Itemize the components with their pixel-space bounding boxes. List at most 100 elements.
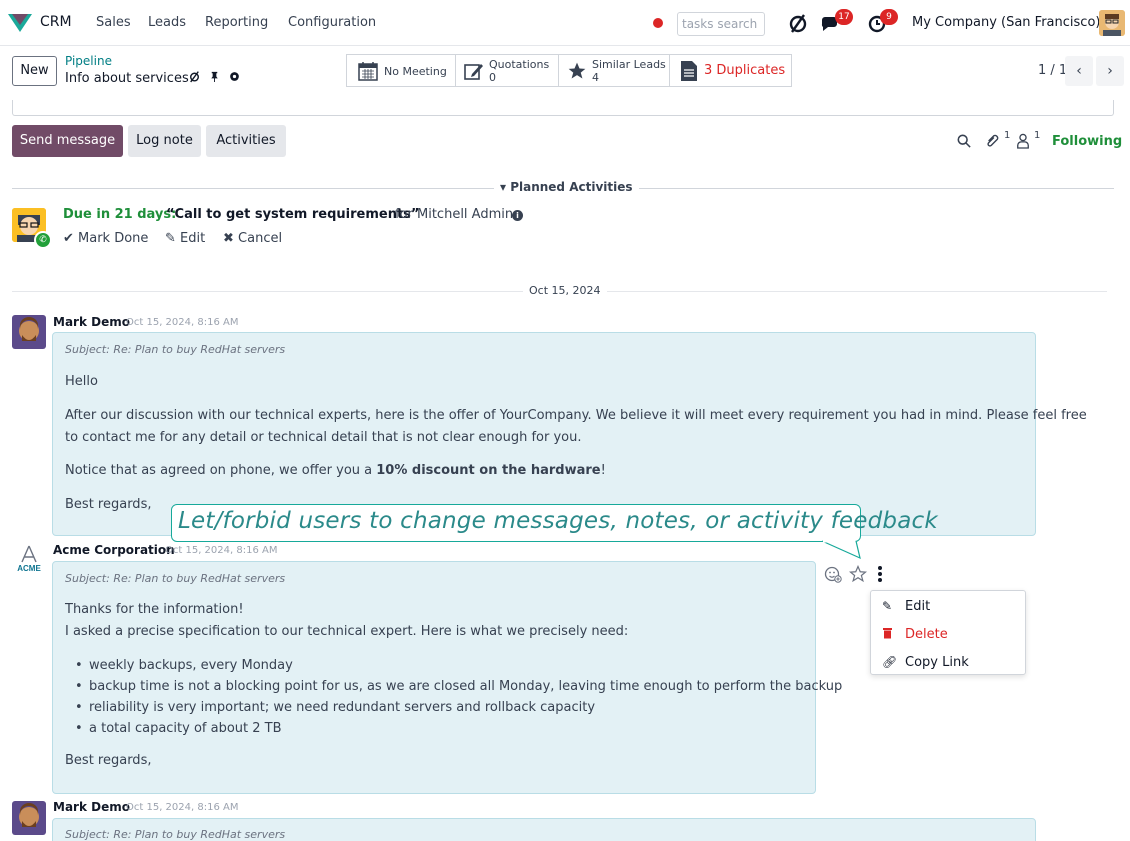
control-panel: New Pipeline Info about services No Meet… — [0, 46, 1130, 100]
edit-document-icon — [464, 64, 483, 80]
gear-icon[interactable] — [228, 70, 241, 83]
link-icon: 🔗︎ — [882, 655, 898, 669]
list-item: weekly backups, every Monday — [75, 658, 293, 673]
message-subject: Subject: Re: Plan to buy RedHat servers — [65, 828, 286, 841]
mark-done-button[interactable]: ✔ Mark Done — [63, 231, 148, 246]
callout-pointer — [821, 540, 861, 560]
log-note-button[interactable]: Log note — [128, 125, 201, 157]
edit-activity-button[interactable]: ✎ Edit — [165, 231, 205, 246]
activity-timer-icon[interactable] — [786, 11, 810, 35]
discount-end: ! — [600, 463, 606, 478]
activity-assignee: for Mitchell Admin — [395, 207, 514, 222]
send-message-button[interactable]: Send message — [12, 125, 123, 157]
info-icon[interactable]: i — [512, 210, 523, 221]
author-avatar[interactable] — [12, 801, 46, 835]
quotations-button[interactable]: Quotations 0 — [455, 54, 559, 87]
message-actions-menu: ✎ Edit Delete 🔗︎ Copy Link — [870, 590, 1026, 675]
message-date: Oct 15, 2024, 8:16 AM — [126, 802, 239, 813]
following-button[interactable]: Following — [1052, 134, 1122, 149]
menu-item-copy-link[interactable]: 🔗︎ Copy Link — [871, 649, 1027, 677]
followers-icon[interactable] — [1016, 133, 1030, 149]
pencil-icon: ✎ — [165, 231, 181, 246]
duplicates-button[interactable]: 3 Duplicates — [669, 54, 792, 87]
check-icon: ✔ — [63, 231, 79, 246]
message-date: Oct 15, 2024, 8:16 AM — [165, 545, 278, 556]
recording-indicator[interactable] — [653, 18, 663, 28]
crm-logo-icon[interactable] — [8, 14, 32, 32]
acme-logo-icon: ACME — [17, 545, 41, 573]
similar-leads-label: Similar Leads — [592, 58, 666, 71]
paperclip-icon[interactable] — [986, 133, 1000, 149]
edit-activity-label: Edit — [180, 231, 206, 246]
planned-activities-toggle[interactable]: ▾ Planned Activities — [494, 180, 639, 194]
menu-item-copy-link-label: Copy Link — [905, 655, 969, 670]
company-switcher[interactable]: My Company (San Francisco) — [912, 15, 1100, 30]
menu-leads[interactable]: Leads — [148, 15, 186, 30]
similar-leads-value: 4 — [592, 71, 599, 84]
message-subject: Subject: Re: Plan to buy RedHat servers — [65, 343, 286, 356]
message-author[interactable]: Mark Demo — [53, 315, 130, 329]
message-paragraph: to contact me for any detail or technica… — [65, 430, 582, 445]
followers-count: 1 — [1034, 130, 1041, 141]
menu-item-delete[interactable]: Delete — [871, 621, 1027, 649]
menu-item-edit-label: Edit — [905, 599, 931, 614]
menu-reporting[interactable]: Reporting — [205, 15, 268, 30]
callout-text: Let/forbid users to change messages, not… — [178, 508, 938, 534]
message-paragraph: Notice that as agreed on phone, we offer… — [65, 460, 606, 482]
menu-sales[interactable]: Sales — [96, 15, 131, 30]
message-paragraph: Thanks for the information! — [65, 602, 244, 617]
document-icon — [681, 61, 697, 81]
list-item: a total capacity of about 2 TB — [75, 721, 282, 736]
breadcrumb-pipeline[interactable]: Pipeline — [65, 54, 112, 68]
record-title: Info about services — [65, 71, 189, 86]
message-author[interactable]: Acme Corporation — [53, 543, 175, 557]
add-reaction-icon[interactable] — [824, 565, 842, 583]
search-icon[interactable] — [957, 134, 971, 148]
no-meeting-button[interactable]: No Meeting — [346, 54, 456, 87]
author-avatar[interactable] — [12, 315, 46, 349]
message-paragraph: After our discussion with our technical … — [65, 408, 1087, 423]
mark-done-label: Mark Done — [78, 231, 149, 246]
message-body: Subject: Re: Plan to buy RedHat servers — [52, 818, 1036, 841]
pencil-icon: ✎ — [882, 599, 893, 613]
message-paragraph: Hello — [65, 374, 98, 389]
activity-due: Due in 21 days: — [63, 207, 177, 222]
tasks-search-input[interactable]: tasks search — [677, 12, 765, 36]
user-avatar[interactable] — [1099, 10, 1125, 36]
pager-value[interactable]: 1 / 1 — [1038, 63, 1067, 78]
mark-demo-avatar-icon — [12, 801, 46, 835]
menu-item-edit[interactable]: ✎ Edit — [871, 593, 1027, 621]
pin-icon[interactable] — [209, 70, 220, 83]
cancel-activity-button[interactable]: ✖ Cancel — [223, 231, 282, 246]
date-separator: Oct 15, 2024 — [523, 284, 607, 297]
record-actions — [188, 70, 241, 86]
pager-previous-button[interactable]: ‹ — [1065, 56, 1093, 86]
top-navbar: CRM Sales Leads Reporting Configuration … — [0, 0, 1130, 46]
calendar-icon — [358, 62, 378, 81]
star-icon — [568, 62, 586, 79]
message-paragraph: Best regards, — [65, 753, 152, 768]
close-icon: ✖ — [223, 231, 239, 246]
message-body: Subject: Re: Plan to buy RedHat servers … — [52, 561, 842, 794]
message-author[interactable]: Mark Demo — [53, 800, 130, 814]
new-button[interactable]: New — [12, 56, 57, 86]
quotations-value: 0 — [489, 71, 496, 84]
activity-summary: “Call to get system requirements” — [166, 207, 420, 222]
activity-timer-icon[interactable] — [188, 70, 201, 83]
more-options-icon[interactable] — [876, 565, 884, 583]
message-paragraph: Best regards, — [65, 497, 152, 512]
phone-icon: ✆ — [34, 231, 52, 249]
message-paragraph: I asked a precise specification to our t… — [65, 624, 629, 639]
user-avatar-icon — [1099, 10, 1125, 36]
pager-next-button[interactable]: › — [1096, 56, 1124, 86]
star-outline-icon[interactable] — [849, 565, 867, 583]
app-name[interactable]: CRM — [40, 14, 72, 30]
similar-leads-button[interactable]: Similar Leads 4 — [558, 54, 670, 87]
activities-button[interactable]: Activities — [206, 125, 286, 157]
no-meeting-label: No Meeting — [384, 65, 447, 78]
menu-configuration[interactable]: Configuration — [288, 15, 376, 30]
author-avatar[interactable]: ACME — [12, 544, 46, 578]
attachments-count: 1 — [1004, 130, 1011, 141]
cancel-activity-label: Cancel — [238, 231, 283, 246]
chevron-right-icon: › — [1107, 63, 1113, 79]
